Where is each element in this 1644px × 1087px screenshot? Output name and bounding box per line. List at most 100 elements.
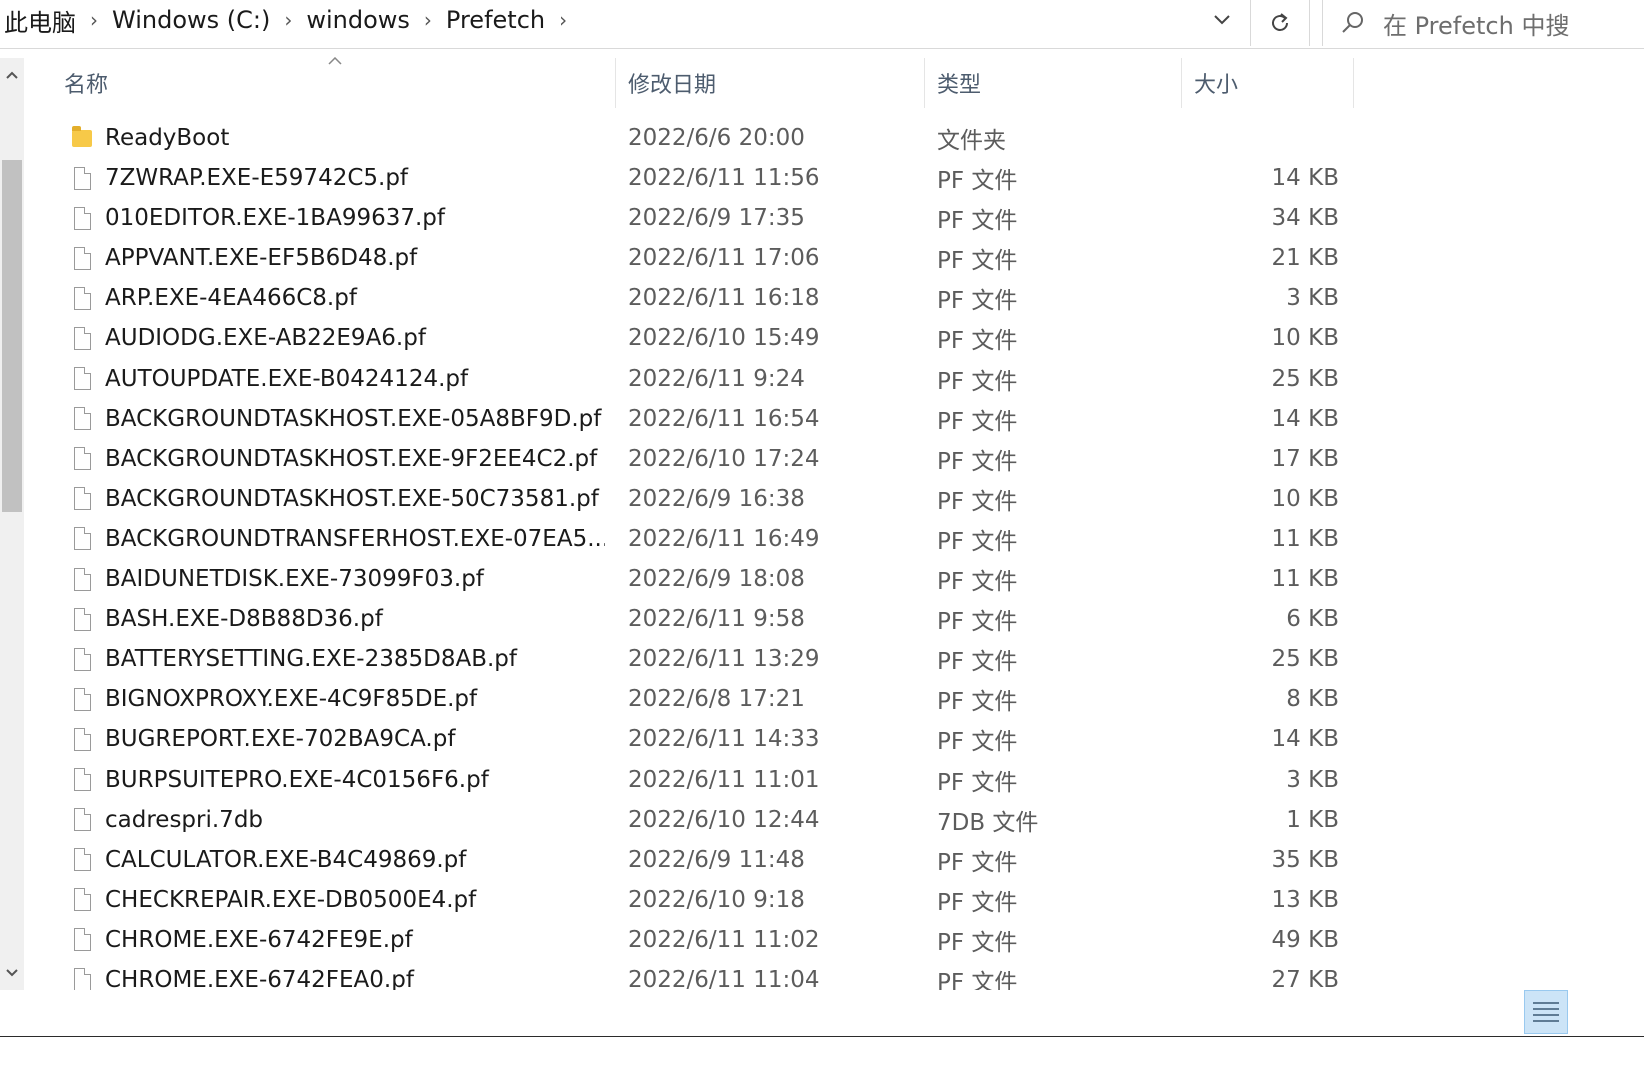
vertical-scrollbar[interactable]	[0, 58, 24, 990]
file-icon	[73, 206, 91, 230]
refresh-icon	[1272, 13, 1288, 31]
file-date-modified: 2022/6/11 11:01	[628, 766, 820, 793]
file-date-modified: 2022/6/11 9:58	[628, 606, 805, 633]
chevron-right-icon[interactable]: ›	[414, 8, 442, 32]
file-icon	[73, 727, 91, 751]
file-explorer-window: 此电脑 › Windows (C:) › windows › Prefetch …	[0, 0, 1644, 1087]
breadcrumb-drive-c[interactable]: Windows (C:)	[108, 6, 274, 34]
chevron-right-icon[interactable]: ›	[549, 8, 577, 32]
column-header-date[interactable]: 修改日期	[616, 58, 925, 108]
file-row[interactable]: BACKGROUNDTASKHOST.EXE-05A8BF9D.pf 2022/6…	[24, 399, 1644, 439]
file-row[interactable]: CHECKREPAIR.EXE-DB0500E4.pf 2022/6/10 9:1…	[24, 880, 1644, 920]
file-icon	[73, 326, 91, 350]
file-name: ARP.EXE-4EA466C8.pf	[105, 285, 357, 312]
scroll-up-button[interactable]	[0, 58, 24, 92]
file-name: BACKGROUNDTASKHOST.EXE-05A8BF9D.pf	[105, 405, 602, 432]
file-row[interactable]: BURPSUITEPRO.EXE-4C0156F6.pf 2022/6/11 11…	[24, 760, 1644, 800]
file-type: PF 文件	[937, 528, 1018, 555]
file-row[interactable]: BASH.EXE-D8B88D36.pf 2022/6/11 9:58 PF 文件 6…	[24, 599, 1644, 639]
file-row[interactable]: cadrespri.7db 2022/6/10 12:44 7DB 文件 1 KB	[24, 800, 1644, 840]
column-header-row: 名称 修改日期 类型 大小	[24, 56, 1644, 108]
file-row[interactable]: AUTOUPDATE.EXE-B0424124.pf 2022/6/11 9:24…	[24, 359, 1644, 399]
file-name: AUTOUPDATE.EXE-B0424124.pf	[105, 365, 469, 392]
breadcrumb-windows[interactable]: windows	[302, 6, 414, 34]
file-name: 7ZWRAP.EXE-E59742C5.pf	[105, 165, 409, 192]
file-date-modified: 2022/6/11 11:02	[628, 926, 820, 953]
file-row[interactable]: BACKGROUNDTRANSFERHOST.EXE-07EA5... 2022/…	[24, 519, 1644, 559]
file-icon	[73, 928, 91, 952]
file-name: APPVANT.EXE-EF5B6D48.pf	[105, 245, 418, 272]
file-icon	[73, 527, 91, 551]
file-size: 1 KB	[1286, 806, 1339, 833]
file-name: cadrespri.7db	[105, 806, 264, 833]
file-type: PF 文件	[937, 288, 1018, 315]
file-date-modified: 2022/6/10 17:24	[628, 445, 820, 472]
scrollbar-thumb[interactable]	[2, 160, 22, 512]
file-row[interactable]: BUGREPORT.EXE-702BA9CA.pf 2022/6/11 14:33…	[24, 719, 1644, 759]
file-name: BAIDUNETDISK.EXE-73099F03.pf	[105, 566, 484, 593]
chevron-right-icon[interactable]: ›	[80, 8, 108, 32]
file-type: PF 文件	[937, 849, 1018, 876]
details-view-button[interactable]	[1524, 990, 1568, 1034]
file-name: BACKGROUNDTASKHOST.EXE-9F2EE4C2.pf	[105, 445, 598, 472]
file-row[interactable]: BATTERYSETTING.EXE-2385D8AB.pf 2022/6/11 …	[24, 639, 1644, 679]
file-size: 10 KB	[1271, 485, 1339, 512]
file-row[interactable]: BACKGROUNDTASKHOST.EXE-9F2EE4C2.pf 2022/6…	[24, 439, 1644, 479]
file-size: 14 KB	[1271, 405, 1339, 432]
file-name: BUGREPORT.EXE-702BA9CA.pf	[105, 726, 456, 753]
file-size: 3 KB	[1286, 285, 1339, 312]
file-row[interactable]: ReadyBoot 2022/6/6 20:00 文件夹	[24, 118, 1644, 158]
file-row[interactable]: ARP.EXE-4EA466C8.pf 2022/6/11 16:18 PF 文件 3…	[24, 278, 1644, 318]
file-size: 6 KB	[1286, 606, 1339, 633]
search-input[interactable]: 在 Prefetch 中搜	[1322, 0, 1644, 46]
address-history-dropdown[interactable]	[1196, 0, 1248, 40]
file-date-modified: 2022/6/11 11:56	[628, 165, 820, 192]
file-type: PF 文件	[937, 448, 1018, 475]
status-bar	[0, 990, 1644, 1087]
file-icon	[73, 768, 91, 791]
file-date-modified: 2022/6/11 17:06	[628, 245, 820, 272]
file-icon	[73, 647, 91, 671]
file-icon	[73, 487, 91, 511]
breadcrumb-prefetch[interactable]: Prefetch	[442, 6, 549, 34]
file-date-modified: 2022/6/11 14:33	[628, 726, 820, 753]
file-date-modified: 2022/6/11 16:54	[628, 405, 820, 432]
file-icon	[73, 166, 91, 190]
file-date-modified: 2022/6/11 16:18	[628, 285, 820, 312]
file-icon	[73, 968, 91, 992]
column-header-type[interactable]: 类型	[925, 58, 1182, 108]
file-type: PF 文件	[937, 729, 1018, 756]
file-row[interactable]: APPVANT.EXE-EF5B6D48.pf 2022/6/11 17:06 PF…	[24, 238, 1644, 278]
file-type: PF 文件	[937, 689, 1018, 716]
breadcrumb-this-pc[interactable]: 此电脑	[0, 3, 80, 38]
file-icon	[73, 848, 91, 872]
refresh-button[interactable]	[1250, 0, 1310, 46]
file-row[interactable]: BIGNOXPROXY.EXE-4C9F85DE.pf 2022/6/8 17:2…	[24, 679, 1644, 719]
address-bar: 此电脑 › Windows (C:) › windows › Prefetch …	[0, 0, 1644, 49]
file-type: PF 文件	[937, 889, 1018, 916]
chevron-right-icon[interactable]: ›	[274, 8, 302, 32]
column-type-label: 类型	[937, 73, 982, 98]
file-row[interactable]: AUDIODG.EXE-AB22E9A6.pf 2022/6/10 15:49 PF…	[24, 318, 1644, 358]
file-name: BASH.EXE-D8B88D36.pf	[105, 606, 383, 633]
file-row[interactable]: 010EDITOR.EXE-1BA99637.pf 2022/6/9 17:35 P…	[24, 198, 1644, 238]
file-icon	[73, 367, 91, 391]
scroll-down-button[interactable]	[0, 956, 24, 990]
file-date-modified: 2022/6/9 17:35	[628, 205, 805, 232]
file-icon	[73, 246, 91, 270]
file-name: BIGNOXPROXY.EXE-4C9F85DE.pf	[105, 686, 478, 713]
file-row[interactable]: 7ZWRAP.EXE-E59742C5.pf 2022/6/11 11:56 PF …	[24, 158, 1644, 198]
file-row[interactable]: CHROME.EXE-6742FE9E.pf 2022/6/11 11:02 PF …	[24, 920, 1644, 960]
file-name: AUDIODG.EXE-AB22E9A6.pf	[105, 325, 426, 352]
file-size: 25 KB	[1271, 646, 1339, 673]
file-size: 14 KB	[1271, 165, 1339, 192]
folder-icon	[72, 125, 92, 147]
file-row[interactable]: CALCULATOR.EXE-B4C49869.pf 2022/6/9 11:48…	[24, 840, 1644, 880]
column-header-name[interactable]: 名称	[24, 56, 616, 108]
file-icon	[73, 286, 91, 310]
file-row[interactable]: BACKGROUNDTASKHOST.EXE-50C73581.pf 2022/6…	[24, 479, 1644, 519]
file-date-modified: 2022/6/9 11:48	[628, 846, 805, 873]
column-header-size[interactable]: 大小	[1182, 58, 1354, 108]
file-type: PF 文件	[937, 408, 1018, 435]
file-row[interactable]: BAIDUNETDISK.EXE-73099F03.pf 2022/6/9 18:…	[24, 559, 1644, 599]
